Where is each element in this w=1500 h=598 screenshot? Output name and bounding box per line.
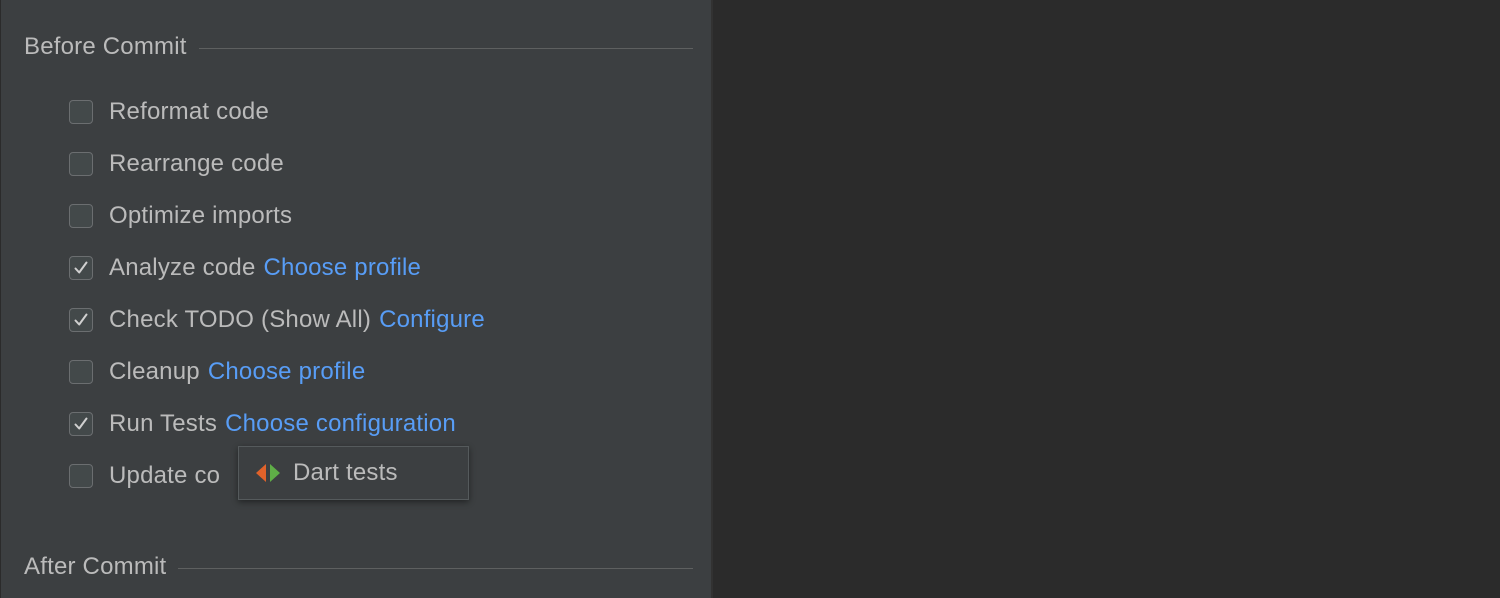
popup-item-dart-tests[interactable]: Dart tests	[239, 447, 468, 499]
option-analyze-code[interactable]: Analyze code Choose profile	[69, 253, 421, 283]
checkmark-icon	[74, 313, 88, 326]
run-tests-checkbox[interactable]	[69, 412, 93, 436]
choose-profile-link[interactable]: Choose profile	[264, 254, 422, 282]
option-label: Run Tests	[109, 410, 218, 437]
checkmark-icon	[74, 261, 88, 274]
run-configuration-popup: Dart tests	[238, 446, 469, 500]
update-copyright-checkbox[interactable]	[69, 464, 93, 488]
option-label: Reformat code	[109, 98, 270, 125]
commit-settings-window: Before Commit Reformat code Rearrange co…	[0, 0, 1500, 598]
dart-test-icon	[255, 462, 281, 484]
checkmark-icon	[74, 417, 88, 430]
before-commit-header: Before Commit	[24, 33, 693, 61]
option-update-copyright[interactable]: Update co	[69, 461, 220, 491]
option-run-tests[interactable]: Run Tests Choose configuration	[69, 409, 456, 439]
option-rearrange-code[interactable]: Rearrange code	[69, 149, 284, 179]
commit-options-panel: Before Commit Reformat code Rearrange co…	[0, 0, 711, 598]
option-label: Rearrange code	[109, 150, 284, 177]
configure-link[interactable]: Configure	[379, 306, 485, 334]
section-divider	[178, 567, 693, 569]
option-reformat-code[interactable]: Reformat code	[69, 97, 269, 127]
before-commit-title: Before Commit	[24, 33, 187, 60]
option-label: Analyze code	[109, 254, 256, 281]
section-divider	[198, 47, 693, 49]
option-label: Optimize imports	[109, 202, 293, 229]
choose-configuration-link[interactable]: Choose configuration	[225, 410, 456, 438]
optimize-imports-checkbox[interactable]	[69, 204, 93, 228]
rearrange-code-checkbox[interactable]	[69, 152, 93, 176]
after-commit-header: After Commit	[24, 553, 693, 581]
option-check-todo[interactable]: Check TODO (Show All) Configure	[69, 305, 485, 335]
analyze-code-checkbox[interactable]	[69, 256, 93, 280]
option-cleanup[interactable]: Cleanup Choose profile	[69, 357, 365, 387]
option-label: Update co	[109, 462, 221, 489]
popup-item-label: Dart tests	[293, 459, 398, 486]
check-todo-checkbox[interactable]	[69, 308, 93, 332]
option-optimize-imports[interactable]: Optimize imports	[69, 201, 292, 231]
option-label: Cleanup	[109, 358, 200, 385]
option-label: Check TODO (Show All)	[109, 306, 372, 333]
editor-area	[713, 0, 1500, 598]
choose-profile-link[interactable]: Choose profile	[208, 358, 366, 386]
reformat-code-checkbox[interactable]	[69, 100, 93, 124]
after-commit-title: After Commit	[24, 553, 167, 580]
cleanup-checkbox[interactable]	[69, 360, 93, 384]
